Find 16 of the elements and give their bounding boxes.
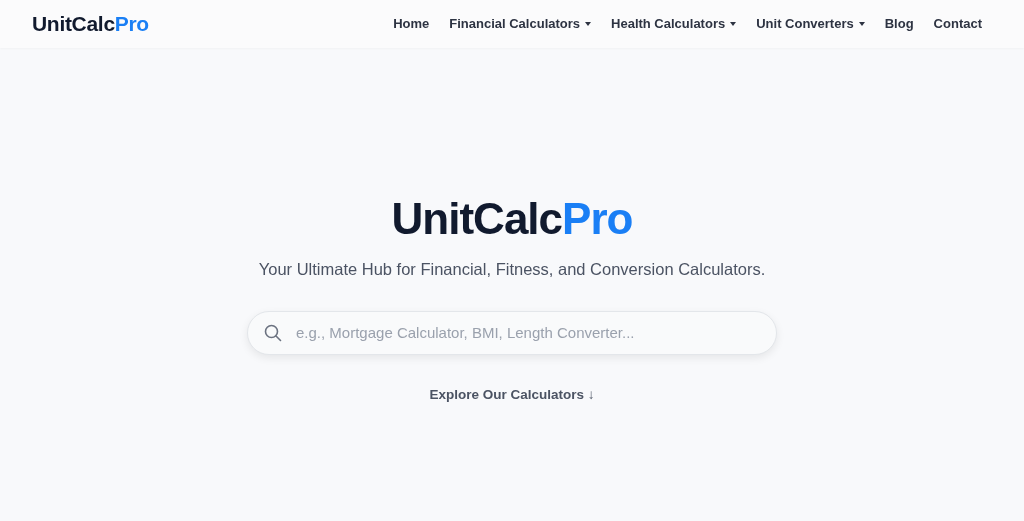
hero-subtitle: Your Ultimate Hub for Financial, Fitness, and Conversion Calculators.: [258, 258, 766, 280]
caret-icon: [858, 22, 865, 26]
search-icon: [264, 324, 282, 343]
nav-dropdown[interactable]: Unit Converters: [746, 14, 875, 34]
logo[interactable]: UnitCalcPro: [32, 8, 149, 40]
nav-link[interactable]: Blog: [874, 14, 924, 34]
nav-link[interactable]: Home: [383, 14, 440, 34]
hero-title: UnitCalcPro: [391, 194, 633, 245]
nav-dropdown[interactable]: Health Calculators: [601, 14, 747, 34]
search-input[interactable]: e.g., Mortgage Calculator, BMI, Length Converter...: [294, 321, 760, 346]
nav-dropdown[interactable]: Financial Calculators: [439, 14, 602, 34]
caret-icon: [585, 22, 592, 26]
nav-link[interactable]: Contact: [923, 14, 992, 34]
explore-link[interactable]: Explore Our Calculators ↓: [429, 385, 595, 406]
caret-icon: [730, 22, 737, 26]
search-bar[interactable]: e.g., Mortgage Calculator, BMI, Length Converter...: [247, 311, 777, 356]
